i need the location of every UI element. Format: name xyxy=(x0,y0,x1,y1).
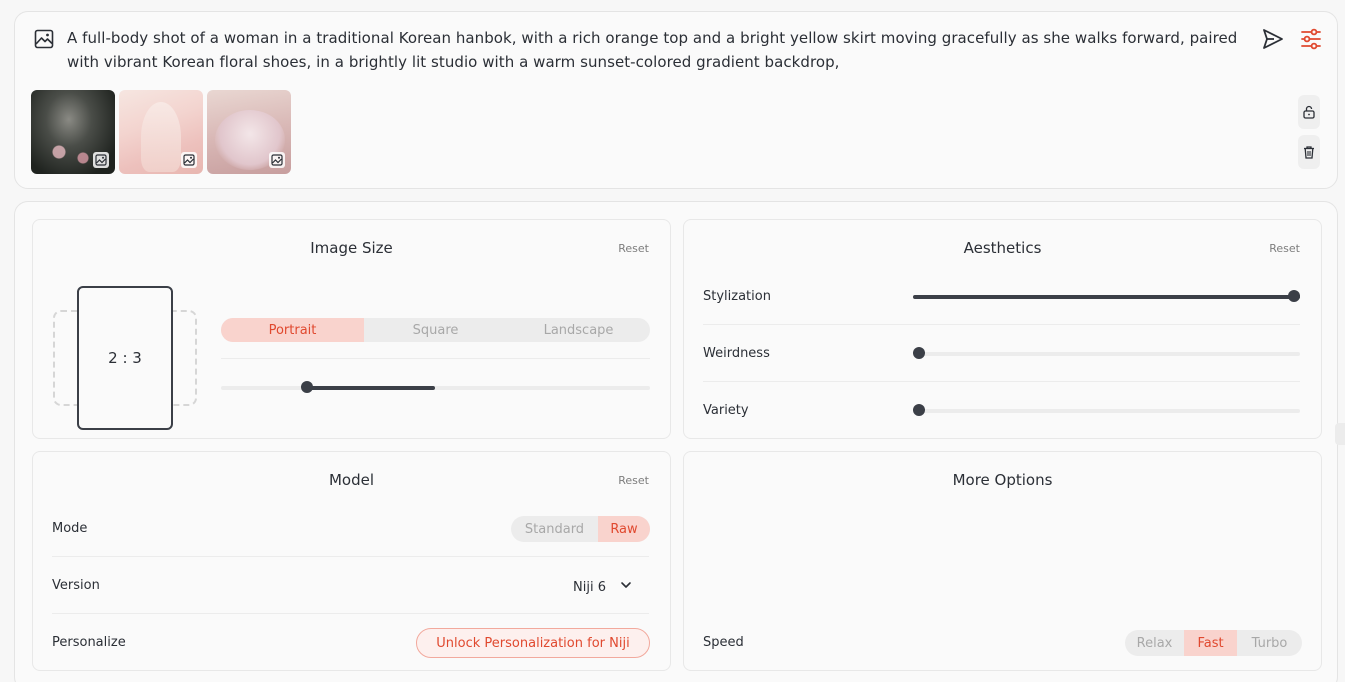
model-section: Model Reset Mode Standard Raw Version Ni… xyxy=(32,451,671,671)
speed-toggle: Relax Fast Turbo xyxy=(1125,630,1302,656)
mode-toggle: Standard Raw xyxy=(511,516,650,542)
stylization-label: Stylization xyxy=(703,289,771,304)
divider xyxy=(52,613,649,614)
orientation-portrait-button[interactable]: Portrait xyxy=(221,318,364,342)
divider xyxy=(52,556,649,557)
speed-fast-button[interactable]: Fast xyxy=(1184,630,1237,656)
reference-thumbnails xyxy=(31,90,291,174)
aspect-ratio-preview: 2 : 3 xyxy=(53,286,198,431)
personalize-label: Personalize xyxy=(52,635,126,650)
aspect-ratio-value: 2 : 3 xyxy=(77,286,173,430)
trash-icon[interactable] xyxy=(1298,135,1320,169)
speed-turbo-button[interactable]: Turbo xyxy=(1237,630,1302,656)
divider xyxy=(703,324,1300,325)
divider xyxy=(703,381,1300,382)
speed-label: Speed xyxy=(703,635,744,650)
version-select[interactable]: Niji 6 xyxy=(573,576,650,598)
send-icon[interactable] xyxy=(1261,27,1285,51)
image-icon[interactable] xyxy=(34,29,54,49)
prompt-card: A full-body shot of a woman in a traditi… xyxy=(14,11,1338,189)
sliders-icon[interactable] xyxy=(1299,27,1323,51)
image-reference-icon[interactable] xyxy=(181,152,197,168)
more-options-section: More Options Speed Relax Fast Turbo xyxy=(683,451,1322,671)
speed-relax-button[interactable]: Relax xyxy=(1125,630,1184,656)
aspect-ratio-slider[interactable] xyxy=(221,381,650,393)
orientation-landscape-button[interactable]: Landscape xyxy=(507,318,650,342)
mode-raw-button[interactable]: Raw xyxy=(598,516,650,542)
chevron-down-icon xyxy=(620,579,632,595)
variety-slider[interactable] xyxy=(913,404,1300,416)
variety-slider-handle[interactable] xyxy=(913,404,925,416)
image-reference-icon[interactable] xyxy=(93,152,109,168)
aesthetics-reset-button[interactable]: Reset xyxy=(1269,242,1300,255)
variety-label: Variety xyxy=(703,403,749,418)
unlock-icon[interactable] xyxy=(1298,95,1320,129)
model-title: Model xyxy=(328,471,375,489)
orientation-square-button[interactable]: Square xyxy=(364,318,507,342)
weirdness-slider[interactable] xyxy=(913,347,1300,359)
image-size-title: Image Size xyxy=(310,239,393,257)
stylization-slider-handle[interactable] xyxy=(1288,290,1300,302)
prompt-text[interactable]: A full-body shot of a woman in a traditi… xyxy=(67,26,1247,74)
reference-thumbnail[interactable] xyxy=(119,90,203,174)
version-value: Niji 6 xyxy=(573,579,606,595)
divider xyxy=(221,358,650,359)
aspect-ratio-slider-fill xyxy=(306,386,436,390)
image-size-reset-button[interactable]: Reset xyxy=(618,242,649,255)
stylization-slider-fill xyxy=(913,295,1300,299)
model-reset-button[interactable]: Reset xyxy=(618,474,649,487)
weirdness-label: Weirdness xyxy=(703,346,770,361)
aesthetics-title: Aesthetics xyxy=(963,239,1042,257)
mode-label: Mode xyxy=(52,521,88,536)
orientation-toggle: Portrait Square Landscape xyxy=(221,318,650,342)
settings-panel: Image Size Reset 2 : 3 Portrait Square L… xyxy=(14,201,1338,682)
image-size-section: Image Size Reset 2 : 3 Portrait Square L… xyxy=(32,219,671,439)
version-label: Version xyxy=(52,578,100,593)
mode-standard-button[interactable]: Standard xyxy=(511,516,598,542)
stylization-slider[interactable] xyxy=(913,290,1300,302)
reference-thumbnail[interactable] xyxy=(207,90,291,174)
aesthetics-section: Aesthetics Reset Stylization Weirdness V… xyxy=(683,219,1322,439)
weirdness-slider-handle[interactable] xyxy=(913,347,925,359)
aspect-ratio-slider-handle[interactable] xyxy=(300,381,313,393)
reference-thumbnail[interactable] xyxy=(31,90,115,174)
edge-tab[interactable] xyxy=(1335,423,1345,445)
image-reference-icon[interactable] xyxy=(269,152,285,168)
more-options-title: More Options xyxy=(952,471,1053,489)
unlock-personalization-button[interactable]: Unlock Personalization for Niji xyxy=(416,628,650,658)
